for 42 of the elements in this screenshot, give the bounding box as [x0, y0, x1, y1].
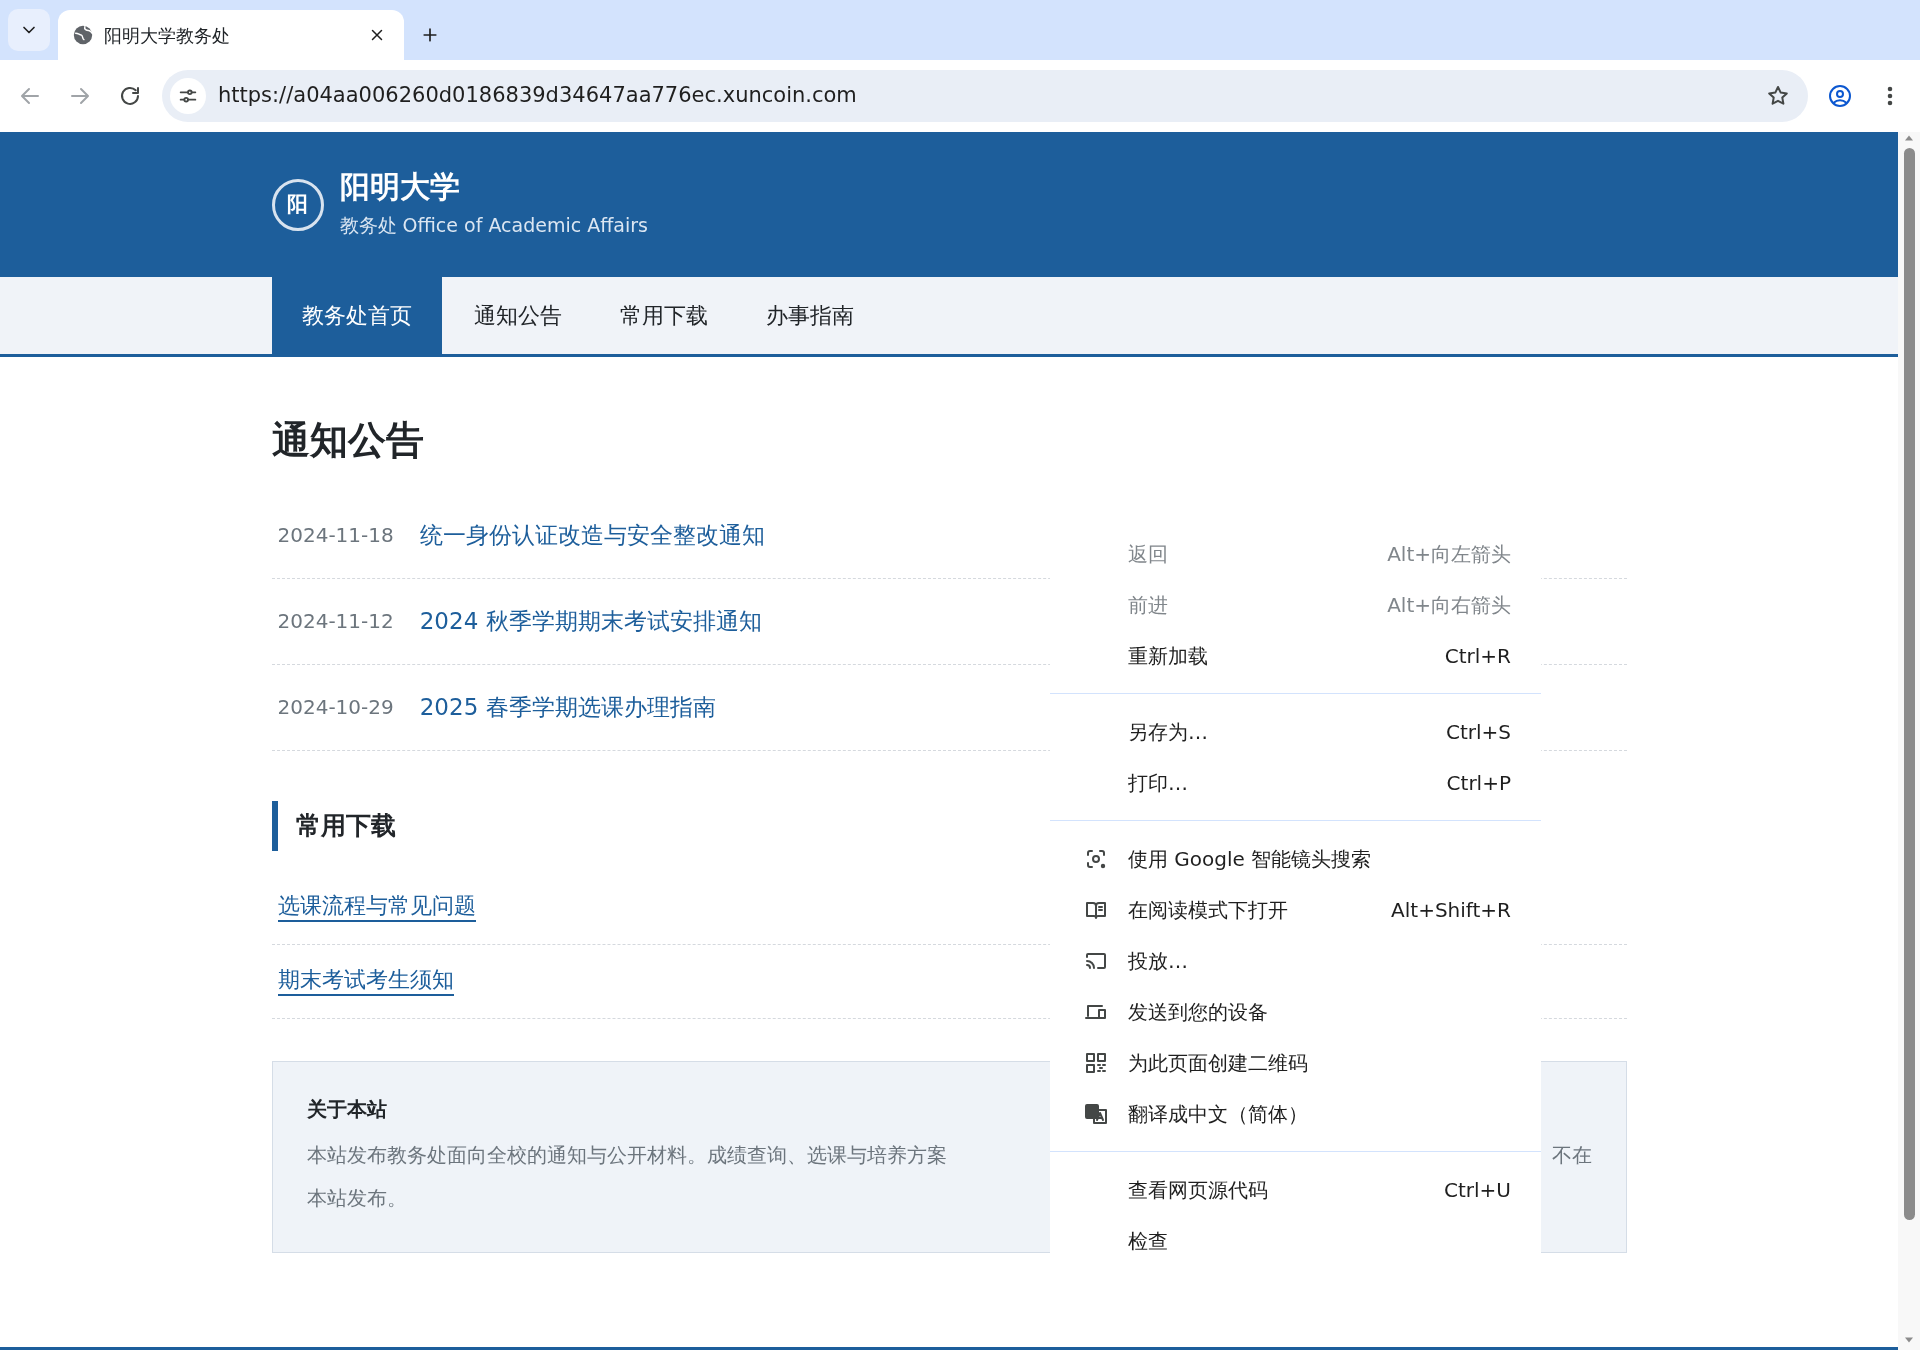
- more-vertical-icon: [1887, 86, 1893, 106]
- about-text: 不在: [1551, 1141, 1592, 1169]
- menu-item[interactable]: 在阅读模式下打开 Alt+Shift+R: [1050, 884, 1541, 935]
- about-text: 本站发布。: [306, 1184, 407, 1212]
- menu-item[interactable]: 翻译成中文（简体）: [1050, 1088, 1541, 1139]
- nav-tab[interactable]: 常用下载: [590, 277, 737, 354]
- qr-code-icon: [1084, 1050, 1108, 1075]
- menu-item[interactable]: 检查: [1050, 1215, 1541, 1266]
- download-link[interactable]: 选课流程与常见问题: [277, 891, 476, 923]
- address-bar[interactable]: https://a04aa006260d0186839d34647aa776ec.xuncoin.com: [162, 70, 1808, 122]
- notice-date: 2024-11-18: [277, 522, 394, 550]
- tab-title: 阳明大学教务处: [104, 23, 231, 48]
- menu-item[interactable]: 为此页面创建二维码: [1050, 1037, 1541, 1088]
- translate-icon: [1084, 1101, 1108, 1126]
- logo-badge: 阳: [271, 178, 324, 231]
- notice-link[interactable]: 统一身份认证改造与安全整改通知: [419, 517, 765, 553]
- nav-tab[interactable]: 通知公告: [441, 277, 591, 354]
- globe-icon: [72, 24, 94, 46]
- site-name: 阳明大学: [339, 169, 461, 206]
- nav-tab[interactable]: 教务处首页: [271, 277, 442, 354]
- profile-icon: [1828, 84, 1852, 108]
- reload-icon: [118, 84, 142, 108]
- nav-tab[interactable]: 办事指南: [736, 277, 883, 354]
- menu-item[interactable]: 查看网页源代码 Ctrl+U: [1050, 1164, 1541, 1215]
- notice-date: 2024-11-12: [277, 608, 394, 636]
- star-icon: [1766, 84, 1790, 108]
- site-subtitle: 教务处 Office of Academic Affairs: [339, 213, 648, 239]
- notice-link[interactable]: 2024 秋季学期期末考试安排通知: [419, 603, 762, 639]
- about-title: 关于本站: [306, 1095, 387, 1123]
- url-text: https://a04aa006260d0186839d34647aa776ec.xuncoin.com: [218, 82, 858, 110]
- notice-date: 2024-10-29: [277, 694, 394, 722]
- menu-item[interactable]: 重新加载 Ctrl+R: [1050, 630, 1541, 681]
- menu-item[interactable]: 投放…: [1050, 935, 1541, 986]
- about-text: 本站发布教务处面向全校的通知与公开材料。成绩查询、选课与培养方案: [306, 1141, 947, 1169]
- site-info-button[interactable]: [170, 78, 206, 114]
- browser-tab[interactable]: 阳明大学教务处: [58, 10, 404, 60]
- notice-link[interactable]: 2025 春季学期选课办理指南: [419, 689, 716, 725]
- menu-item[interactable]: 发送到您的设备: [1050, 986, 1541, 1037]
- scrollbar-thumb[interactable]: [1903, 148, 1915, 1220]
- download-link[interactable]: 期末考试考生须知: [277, 965, 454, 997]
- section-heading: 通知公告: [271, 417, 425, 463]
- menu-item[interactable]: 另存为… Ctrl+S: [1050, 706, 1541, 757]
